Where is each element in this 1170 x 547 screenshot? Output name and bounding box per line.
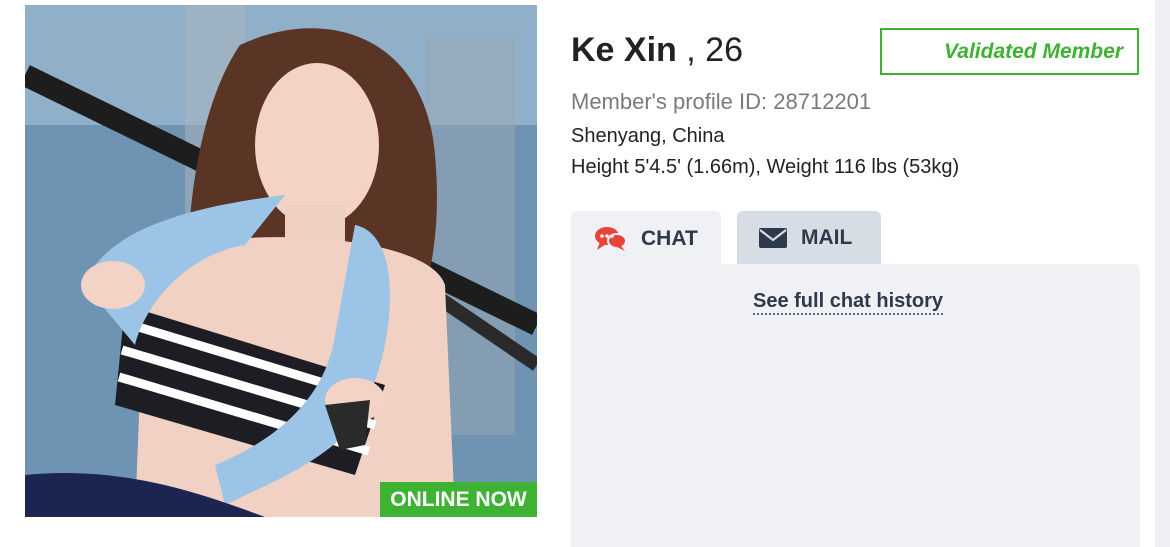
profile-photo[interactable]: ONLINE NOW: [25, 5, 537, 517]
online-now-badge: ONLINE NOW: [380, 482, 537, 517]
member-age: , 26: [686, 31, 743, 69]
member-location: Shenyang, China: [571, 125, 725, 147]
validated-member-badge: Validated Member: [880, 28, 1139, 75]
profile-card: ONLINE NOW Ke Xin , 26 Validated Member …: [0, 0, 1155, 547]
member-name: Ke Xin: [571, 31, 677, 69]
chat-bubbles-icon: [595, 226, 627, 252]
tab-chat[interactable]: CHAT: [571, 211, 721, 266]
see-chat-history-link[interactable]: See full chat history: [753, 289, 944, 315]
tab-mail[interactable]: MAIL: [737, 211, 881, 264]
envelope-icon: [759, 227, 787, 248]
member-name-heading: Ke Xin , 26: [571, 30, 743, 70]
member-profile-id: Member's profile ID: 28712201: [571, 89, 872, 114]
profile-photo-image: [25, 5, 537, 517]
tab-chat-label: CHAT: [641, 226, 698, 250]
tab-mail-label: MAIL: [801, 225, 853, 249]
member-measurements: Height 5'4.5' (1.66m), Weight 116 lbs (5…: [571, 156, 960, 178]
